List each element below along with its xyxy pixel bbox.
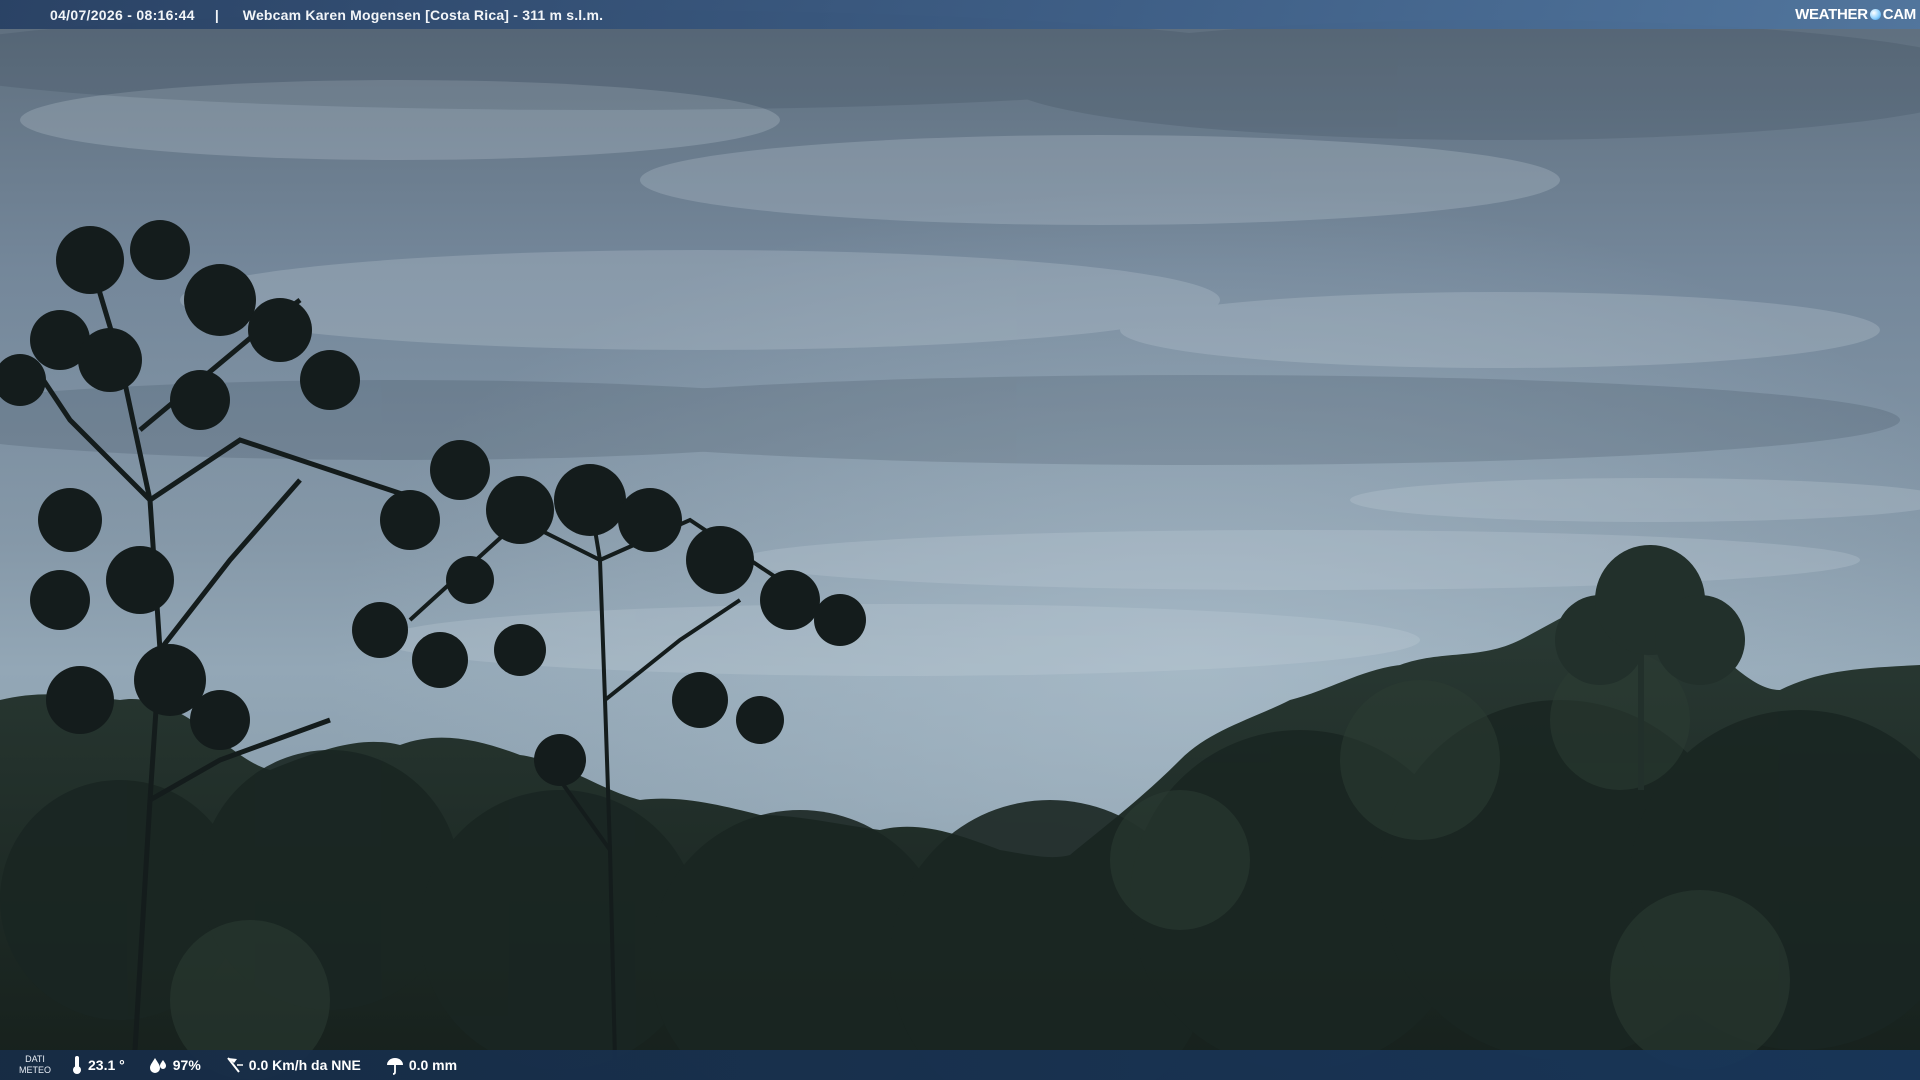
wind-value: 0.0 Km/h da NNE — [248, 1057, 361, 1073]
logo-globe-icon — [1869, 8, 1881, 20]
meteo-label: METEO — [18, 1065, 51, 1075]
logo-text-cam: CAM — [1882, 5, 1917, 23]
rain-reading: 0.0 mm — [385, 1055, 457, 1075]
thermometer-icon — [73, 1056, 81, 1074]
humidity-reading: 97% — [149, 1056, 201, 1074]
humidity-drop-icon — [149, 1058, 166, 1073]
title-separator: | — [214, 6, 219, 23]
dati-label: DATI — [25, 1054, 45, 1064]
rain-value: 0.0 mm — [408, 1057, 458, 1073]
weathercam-logo: WEATHER CAM — [1795, 3, 1916, 25]
wind-reading: 0.0 Km/h da NNE — [225, 1055, 361, 1075]
rain-umbrella-icon — [386, 1058, 403, 1075]
humidity-value: 97% — [172, 1057, 201, 1073]
temperature-reading: 23.1 ° — [70, 1055, 125, 1075]
dati-meteo-label: DATI METEO — [0, 1054, 70, 1076]
wind-vane-icon — [226, 1057, 243, 1073]
weather-data-bar: DATI METEO 23.1 ° 97% 0.0 Km/h da NNE 0.… — [0, 1050, 1920, 1080]
webcam-image — [0, 0, 1920, 1080]
webcam-title-bar: 04/07/2026 - 08:16:44 | Webcam Karen Mog… — [0, 0, 1920, 29]
webcam-frame: 04/07/2026 - 08:16:44 | Webcam Karen Mog… — [0, 0, 1920, 1080]
webcam-title: Webcam Karen Mogensen [Costa Rica] - 311… — [242, 6, 604, 23]
temperature-value: 23.1 ° — [88, 1057, 125, 1073]
logo-text-weather: WEATHER — [1795, 5, 1868, 23]
timestamp: 04/07/2026 - 08:16:44 — [50, 6, 195, 23]
